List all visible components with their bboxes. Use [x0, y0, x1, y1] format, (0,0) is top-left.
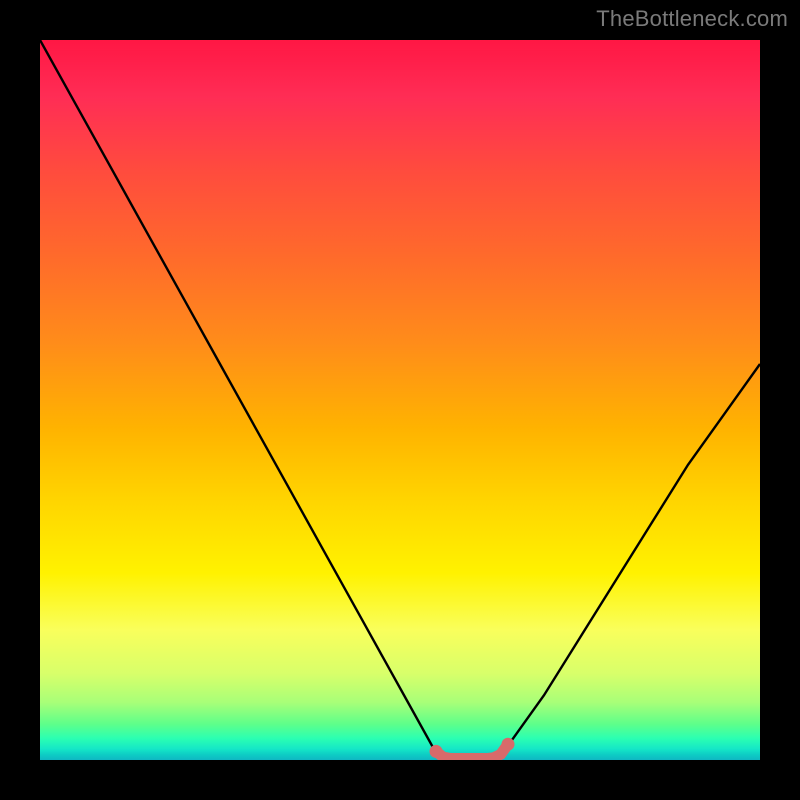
bottleneck-curve [40, 40, 760, 760]
plot-area [40, 40, 760, 760]
chart-frame: TheBottleneck.com [0, 0, 800, 800]
watermark-text: TheBottleneck.com [596, 6, 788, 32]
chart-svg [40, 40, 760, 760]
optimal-band-start-dot [430, 745, 443, 758]
optimal-band-marker [436, 744, 508, 758]
optimal-band-end-dot [502, 738, 515, 751]
